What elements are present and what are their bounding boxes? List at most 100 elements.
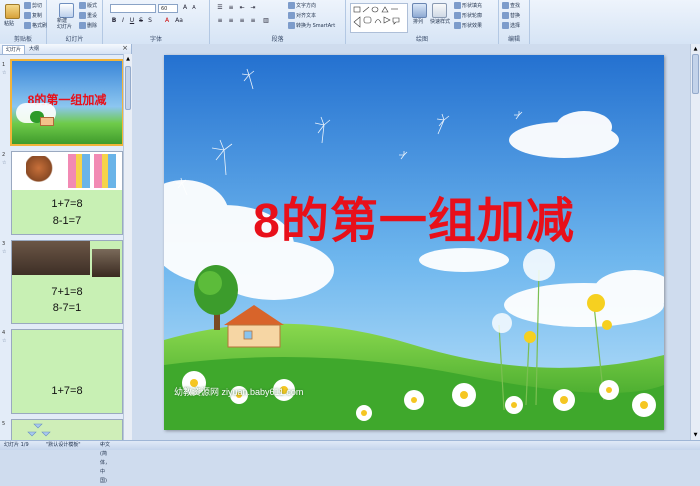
copy-button[interactable]: 复制 [24,12,42,19]
decrease-indent-icon[interactable]: ⇤ [238,4,246,12]
slide-thumbnail-2[interactable]: 1+7=8 8-1=7 [11,151,123,235]
editor-scrollbar[interactable]: ▲ ▼ [690,44,700,440]
equation-line-2: 8-1=7 [52,215,82,227]
fill-bucket-icon [454,2,461,9]
strikethrough-icon[interactable]: S [137,17,145,25]
bullets-icon[interactable]: ☰ [216,4,224,12]
text-direction-icon [288,2,295,9]
slide-thumbnail-4[interactable]: 1+7=8 [11,329,123,414]
shadow-icon[interactable]: S [146,17,154,25]
bold-icon[interactable]: B [110,17,118,25]
new-slide-button[interactable]: 新建 幻灯片 [57,18,72,30]
quick-styles-button[interactable]: 快速样式 [430,18,450,25]
scroll-thumb[interactable] [125,66,131,110]
slide-title-number: 8 [253,195,281,248]
copy-label: 复制 [32,13,43,19]
slide-number: 4 [2,330,6,336]
font-color-icon[interactable]: A [163,17,171,25]
align-text-button[interactable]: 对齐文本 [288,12,316,19]
numbering-icon[interactable]: ≡ [227,4,235,12]
cut-button[interactable]: 剪切 [24,2,42,9]
tab-outline[interactable]: 大纲 [26,45,42,53]
paste-button[interactable]: 粘贴 [4,20,14,27]
copy-icon [24,12,31,19]
align-text-label: 对齐文本 [296,13,317,19]
binoculars-icon [502,2,509,9]
slide-thumbnail-1[interactable]: 8的第一组加减 [10,59,124,146]
arrange-icon[interactable] [412,3,427,18]
scroll-thumb[interactable] [692,54,699,94]
dwarf-picture [92,249,120,277]
increase-indent-icon[interactable]: ⇥ [249,4,257,12]
clipboard-group: 粘贴 剪切 复制 格式刷 剪贴板 [0,0,47,44]
language-label: 中文(简体，中国) [100,442,111,484]
cut-label: 剪切 [32,3,43,9]
animation-star-icon: ☆ [2,70,7,76]
smartart-button[interactable]: 转换为 SmartArt [288,22,335,29]
thumbnail-house [40,117,54,126]
font-group: 60 A A B I U S S A Aa 字体 [103,0,210,44]
underline-icon[interactable]: U [128,17,136,25]
shape-outline-button[interactable]: 形状轮廓 [454,12,482,19]
arrange-button[interactable]: 排列 [413,18,423,25]
delete-icon [79,22,86,29]
panel-scrollbar[interactable]: ▲ [123,54,132,440]
change-case-icon[interactable]: Aa [175,17,183,25]
slides-group: 新建 幻灯片 版式 重设 删除 幻灯片 [47,0,103,44]
align-right-icon[interactable]: ≡ [238,17,246,25]
align-center-icon[interactable]: ≡ [227,17,235,25]
font-size-select[interactable]: 60 [158,4,178,13]
font-name-select[interactable] [110,4,156,13]
close-panel-icon[interactable]: × [122,44,128,52]
delete-label: 删除 [87,23,98,29]
format-painter-button[interactable]: 格式刷 [24,22,47,29]
new-slide-icon[interactable] [59,3,74,18]
bird-picture [26,156,54,186]
animation-star-icon: ☆ [2,249,7,255]
smartart-label: 转换为 SmartArt [296,23,336,29]
drawing-group-label: 绘图 [415,36,428,43]
replace-button[interactable]: 替换 [502,12,520,19]
italic-icon[interactable]: I [119,17,127,25]
scroll-up-icon[interactable]: ▲ [125,56,131,62]
paste-icon[interactable] [5,4,20,19]
justify-icon[interactable]: ≡ [249,17,257,25]
shrink-font-icon[interactable]: A [190,4,198,12]
reset-button[interactable]: 重设 [79,12,97,19]
shape-effects-label: 形状效果 [462,23,483,29]
select-button[interactable]: 选择 [502,22,520,29]
columns-icon[interactable]: ▥ [262,17,270,25]
paragraph-group: ☰ ≡ ⇤ ⇥ ≡ ≡ ≡ ≡ ▥ 文字方向 对齐文本 转换为 SmartArt… [210,0,346,44]
slide-number: 2 [2,152,6,158]
slide-thumbnail-5[interactable] [11,419,123,441]
layout-button[interactable]: 版式 [79,2,97,9]
slide-editor: 8的第一组加减 幼教资源网 ziyuan.baby611.com ▲ ▼ [132,44,700,440]
current-slide[interactable]: 8的第一组加减 幼教资源网 ziyuan.baby611.com [164,55,664,430]
reset-icon [79,12,86,19]
grow-font-icon[interactable]: A [181,4,189,12]
quick-styles-icon[interactable] [432,3,447,18]
animation-star-icon: ☆ [2,160,7,166]
shape-effects-button[interactable]: 形状效果 [454,22,482,29]
watermark: 幼教资源网 ziyuan.baby611.com [174,387,304,397]
clipboard-group-label: 剪贴板 [13,36,32,43]
slide-number: 3 [2,241,6,247]
find-label: 查找 [510,3,521,9]
text-direction-button[interactable]: 文字方向 [288,2,316,9]
shapes-gallery[interactable] [350,3,408,33]
slide-title[interactable]: 8的第一组加减 [164,181,664,251]
shape-outline-label: 形状轮廓 [462,13,483,19]
slide-thumbnail-3[interactable]: 7+1=8 8-7=1 [11,240,123,324]
scroll-down-icon[interactable]: ▼ [692,432,699,438]
align-text-icon [288,12,295,19]
find-button[interactable]: 查找 [502,2,520,9]
align-left-icon[interactable]: ≡ [216,17,224,25]
reset-label: 重设 [87,13,98,19]
scroll-up-icon[interactable]: ▲ [692,46,699,52]
tab-slides[interactable]: 幻灯片 [2,45,26,54]
hearts-icon [27,423,51,437]
shape-fill-button[interactable]: 形状填充 [454,2,482,9]
slide-title-text: 的第一组加减 [280,195,575,248]
editing-group: 查找 替换 选择 编辑 [499,0,530,44]
delete-button[interactable]: 删除 [79,22,97,29]
